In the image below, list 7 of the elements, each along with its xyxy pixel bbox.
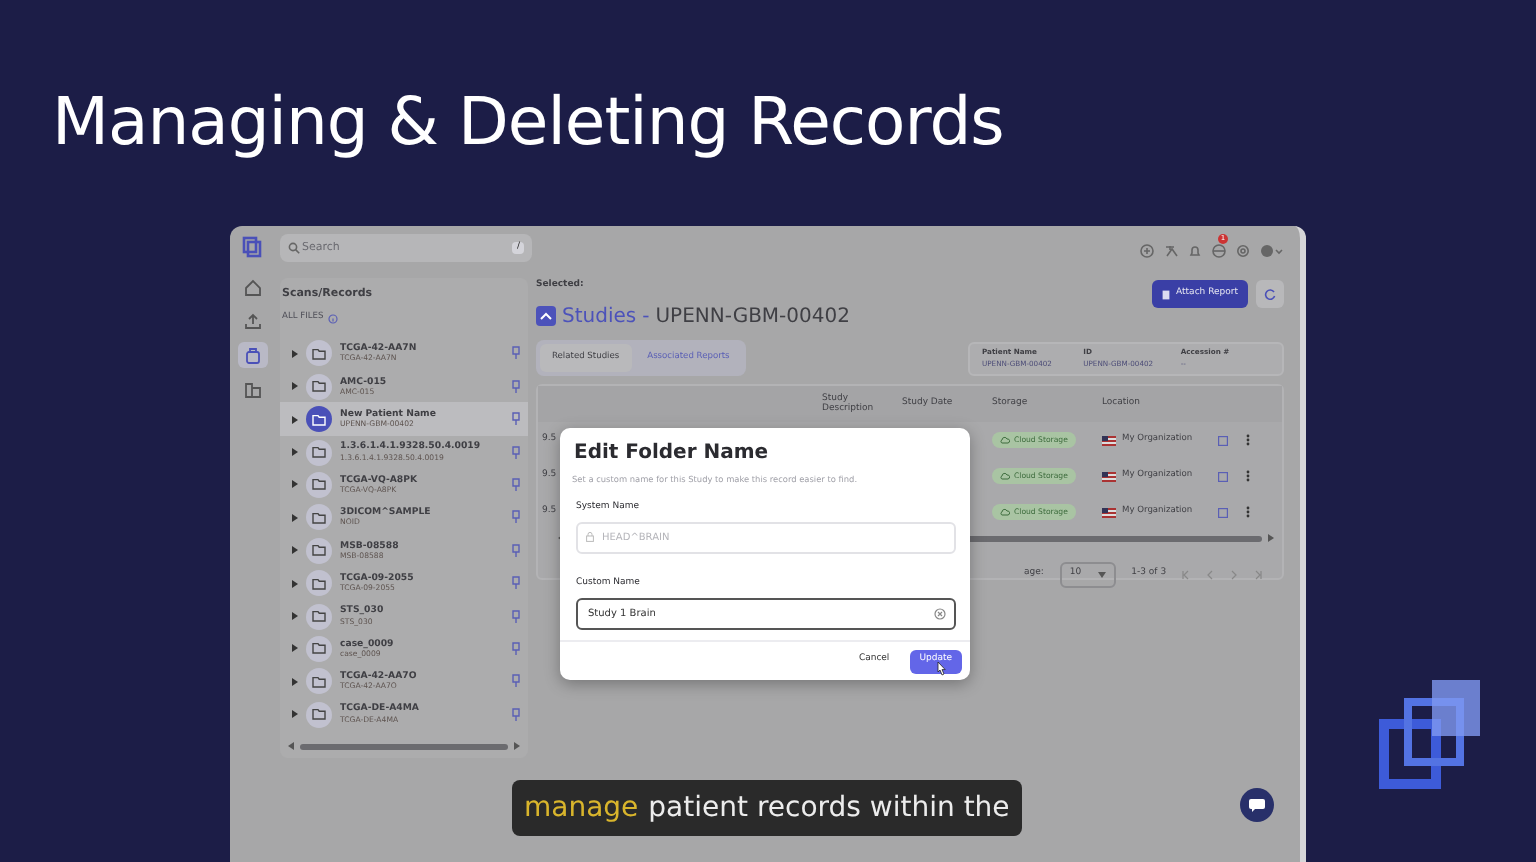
studies-link[interactable]: Studies	[562, 301, 637, 332]
title-separator: -	[642, 303, 650, 332]
caption-text: patient records within the	[648, 789, 1010, 827]
highlighted-word: manage	[524, 789, 639, 827]
slide-title: Managing & Deleting Records	[52, 80, 1004, 164]
dialog-title: Edit Folder Name	[574, 440, 771, 468]
patient-id-title: UPENN-GBM-00402	[655, 303, 850, 332]
